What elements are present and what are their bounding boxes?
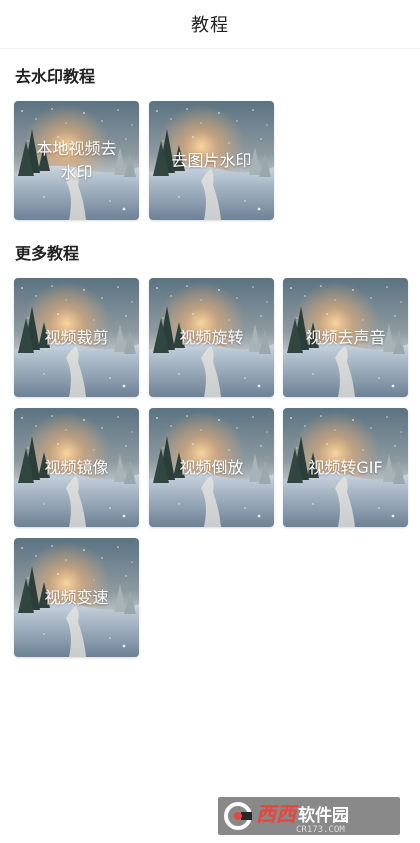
tile-video-speed[interactable]: 视频变速 [14, 538, 139, 657]
watermark-text: 西西 软件园 CR173.COM [256, 798, 349, 835]
tile-label: 视频倒放 [179, 457, 244, 477]
tile-label: 视频去声音 [305, 327, 386, 347]
page-title: 教程 [191, 15, 229, 36]
tile-video-to-gif[interactable]: 视频转GIF [283, 408, 408, 527]
tile-label: 视频裁剪 [44, 327, 109, 347]
c-logo-icon [224, 802, 252, 830]
site-watermark: 西西 软件园 CR173.COM [218, 797, 400, 835]
tile-video-crop[interactable]: 视频裁剪 [14, 278, 139, 397]
watermark-brand-white: 软件园 [298, 805, 349, 826]
watermark-brand-red: 西西 [256, 801, 296, 826]
section-title-watermark-removal: 去水印教程 [15, 67, 96, 86]
tile-video-rotate[interactable]: 视频旋转 [149, 278, 274, 397]
tutorial-page: 教程 去水印教程 本地视频去 水印 去图片水印 更多教程 视频裁剪 视频旋转 视… [0, 0, 420, 843]
header-bar: 教程 [0, 0, 420, 49]
tile-label: 视频旋转 [179, 327, 244, 347]
tile-video-remove-audio[interactable]: 视频去声音 [283, 278, 408, 397]
tile-label: 视频转GIF [308, 457, 383, 477]
tile-label: 去图片水印 [171, 150, 252, 170]
tile-label: 视频镜像 [44, 457, 109, 477]
tile-local-video-watermark[interactable]: 本地视频去 水印 [14, 101, 139, 220]
section-title-more-tutorials: 更多教程 [15, 244, 80, 263]
tile-video-reverse[interactable]: 视频倒放 [149, 408, 274, 527]
tile-label: 视频变速 [44, 587, 109, 607]
tile-video-mirror[interactable]: 视频镜像 [14, 408, 139, 527]
watermark-brand: 西西 软件园 [256, 798, 349, 827]
watermark-url: CR173.COM [296, 824, 345, 835]
tile-label: 本地视频去 水印 [36, 138, 117, 182]
tile-image-watermark[interactable]: 去图片水印 [149, 101, 274, 220]
